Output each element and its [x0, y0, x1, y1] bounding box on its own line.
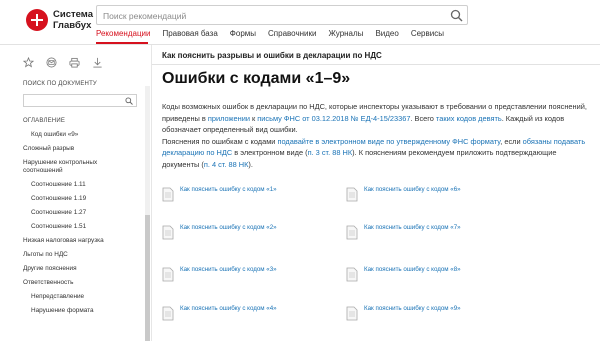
link-code-7[interactable]: Как пояснить ошибку с кодом «7»	[364, 224, 461, 231]
list-item[interactable]: Как пояснить ошибку с кодом «2»	[162, 224, 342, 246]
header: Система Главбух Рекомендации Правовая ба…	[0, 0, 600, 44]
toc-item-ratio-1-51[interactable]: Соотношение 1.51	[23, 223, 133, 231]
document-icon	[162, 267, 174, 282]
toc-item-vat-benefits[interactable]: Льготы по НДС	[23, 251, 133, 259]
document-tools	[23, 57, 103, 68]
list-item[interactable]: Как пояснить ошибку с кодом «7»	[346, 224, 526, 246]
toc-item-code-9[interactable]: Код ошибки «9»	[23, 131, 133, 139]
toc-item-ratio-1-19[interactable]: Соотношение 1.19	[23, 195, 133, 203]
toc-item-low-tax-burden[interactable]: Низкая налоговая нагрузка	[23, 237, 133, 245]
link-code-2[interactable]: Как пояснить ошибку с кодом «2»	[180, 224, 277, 231]
p2-text-1: Пояснения по ошибкам с кодами	[162, 136, 278, 146]
tab-references[interactable]: Справочники	[268, 27, 316, 43]
document-icon	[162, 225, 174, 240]
link-electronic-format[interactable]: подавайте в электронном виде по утвержде…	[277, 137, 500, 146]
tab-forms[interactable]: Формы	[230, 27, 256, 43]
tab-video[interactable]: Видео	[375, 27, 398, 43]
p1-text-3: . Всего	[410, 113, 436, 123]
document-icon	[346, 267, 358, 282]
list-item[interactable]: Как пояснить ошибку с кодом «8»	[346, 266, 526, 288]
brand-line-2: Главбух	[53, 20, 92, 31]
page-title: Ошибки с кодами «1–9»	[162, 70, 351, 87]
list-item[interactable]: Как пояснить ошибку с кодом «9»	[346, 305, 526, 327]
document-icon	[162, 187, 174, 202]
star-icon[interactable]	[23, 57, 34, 68]
document-search-input[interactable]	[23, 94, 137, 107]
toc-item-other-explanations[interactable]: Другие пояснения	[23, 265, 133, 273]
document-icon	[162, 306, 174, 321]
document-icon	[346, 306, 358, 321]
search-input[interactable]	[103, 9, 443, 22]
list-item[interactable]: Как пояснить ошибку с кодом «1»	[162, 186, 342, 208]
document-icon	[346, 225, 358, 240]
print-icon[interactable]	[69, 57, 80, 68]
toc-item-complex-gap[interactable]: Сложный разрыв	[23, 145, 133, 153]
brand-name[interactable]: Система Главбух	[53, 9, 93, 31]
tab-journals[interactable]: Журналы	[328, 27, 363, 43]
mail-icon[interactable]	[46, 57, 57, 68]
toc-item-format-violation[interactable]: Нарушение формата	[23, 307, 133, 315]
toc-item-ratio-1-27[interactable]: Соотношение 1.27	[23, 209, 133, 217]
search-box	[96, 5, 468, 25]
logo-icon[interactable]	[26, 9, 48, 31]
p2-text-5: ).	[248, 159, 253, 169]
tab-legal-base[interactable]: Правовая база	[162, 27, 217, 43]
main-nav: Рекомендации Правовая база Формы Справоч…	[96, 27, 444, 43]
breadcrumb-divider	[152, 64, 600, 65]
table-of-contents: Код ошибки «9» Сложный разрыв Нарушение …	[23, 131, 133, 321]
link-code-6[interactable]: Как пояснить ошибку с кодом «6»	[364, 186, 461, 193]
toc-item-control-ratios[interactable]: Нарушение контрольных соотношений	[23, 159, 133, 175]
link-code-9[interactable]: Как пояснить ошибку с кодом «9»	[364, 305, 461, 312]
document-icon	[346, 187, 358, 202]
link-article-88-3[interactable]: п. 3 ст. 88 НК	[308, 148, 353, 157]
toc-item-ratio-1-11[interactable]: Соотношение 1.11	[23, 181, 133, 189]
toc-title: ОГЛАВЛЕНИЕ	[23, 118, 66, 124]
tab-recommendations[interactable]: Рекомендации	[96, 27, 150, 43]
search-icon[interactable]	[450, 9, 463, 22]
sidebar: ПОИСК ПО ДОКУМЕНТУ ОГЛАВЛЕНИЕ Код ошибки…	[0, 45, 152, 341]
sidebar-scrollbar-thumb[interactable]	[145, 215, 150, 341]
list-item[interactable]: Как пояснить ошибку с кодом «4»	[162, 305, 342, 327]
list-item[interactable]: Как пояснить ошибку с кодом «3»	[162, 266, 342, 288]
link-article-88-4[interactable]: п. 4 ст. 88 НК	[204, 160, 249, 169]
breadcrumb[interactable]: Как пояснить разрывы и ошибки в декларац…	[162, 51, 382, 60]
brand-line-1: Система	[53, 9, 93, 20]
p2-text-2: , если	[500, 136, 523, 146]
intro-paragraph: Коды возможных ошибок в декларации по НД…	[162, 101, 592, 170]
link-code-8[interactable]: Как пояснить ошибку с кодом «8»	[364, 266, 461, 273]
tab-services[interactable]: Сервисы	[411, 27, 444, 43]
link-appendix[interactable]: приложении	[208, 114, 250, 123]
toc-item-liability[interactable]: Ответственность	[23, 279, 133, 287]
toc-item-non-submission[interactable]: Непредставление	[23, 293, 133, 301]
list-item[interactable]: Как пояснить ошибку с кодом «6»	[346, 186, 526, 208]
document-search-title: ПОИСК ПО ДОКУМЕНТУ	[23, 81, 97, 87]
link-nine-codes[interactable]: таких кодов девять	[436, 114, 502, 123]
search-icon[interactable]	[125, 97, 133, 105]
download-icon[interactable]	[92, 57, 103, 68]
link-fns-letter[interactable]: письму ФНС от 03.12.2018 № ЕД-4-15/23367	[257, 114, 410, 123]
p2-text-3: в электронном виде (	[232, 148, 308, 157]
link-code-3[interactable]: Как пояснить ошибку с кодом «3»	[180, 266, 277, 273]
link-code-4[interactable]: Как пояснить ошибку с кодом «4»	[180, 305, 277, 312]
link-code-1[interactable]: Как пояснить ошибку с кодом «1»	[180, 186, 277, 193]
